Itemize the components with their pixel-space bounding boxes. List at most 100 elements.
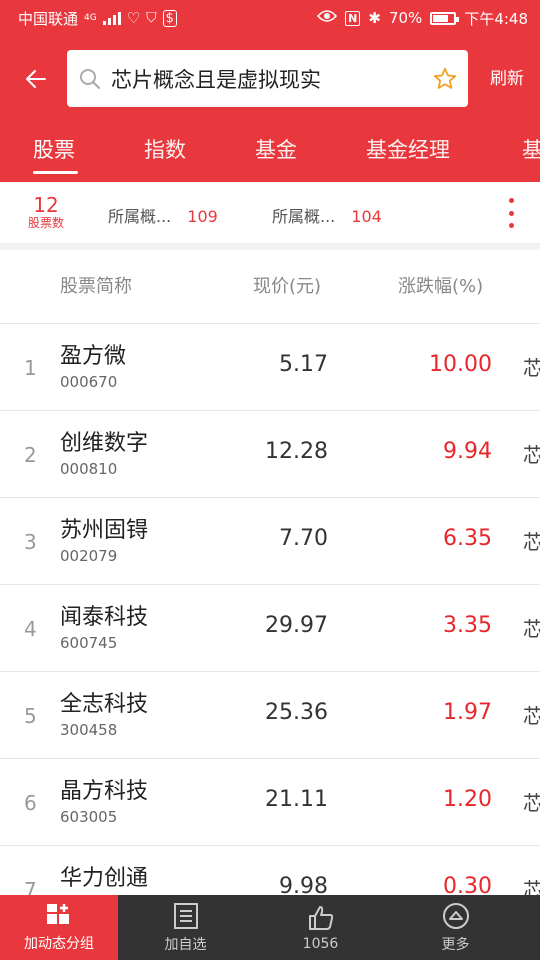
filter-chip-concept-1[interactable]: 所属概... 109 bbox=[108, 203, 218, 227]
signal-icon bbox=[102, 11, 121, 25]
stock-name: 华力创通 bbox=[60, 866, 149, 891]
stock-code: 300458 bbox=[60, 721, 118, 739]
category-tabs: 股票 指数 基金 基金经理 基 bbox=[0, 120, 540, 182]
stock-change: 10.00 bbox=[429, 352, 492, 377]
row-index: 3 bbox=[24, 530, 37, 554]
table-row[interactable]: 6 晶方科技 603005 21.11 1.20 芯 bbox=[0, 759, 540, 846]
table-row[interactable]: 2 创维数字 000810 12.28 9.94 芯 bbox=[0, 411, 540, 498]
stock-concept-cut: 芯 bbox=[523, 791, 540, 815]
table-row[interactable]: 5 全志科技 300458 25.36 1.97 芯 bbox=[0, 672, 540, 759]
carrier-info: 中国联通 4G ♡ ⛉ $ bbox=[18, 8, 177, 29]
stock-name: 全志科技 bbox=[60, 692, 149, 717]
column-header-name[interactable]: 股票简称 bbox=[60, 272, 132, 298]
filter-chip-count: 109 bbox=[187, 207, 218, 226]
row-index: 2 bbox=[24, 443, 37, 467]
row-index: 4 bbox=[24, 617, 37, 641]
bluetooth-icon: ✱ bbox=[368, 9, 381, 27]
stock-price: 21.11 bbox=[265, 787, 328, 812]
back-button[interactable] bbox=[18, 62, 52, 96]
stock-concept-cut: 芯 bbox=[523, 617, 540, 641]
stock-code: 000810 bbox=[60, 460, 118, 478]
stock-concept-cut: 芯 bbox=[523, 356, 540, 380]
search-input[interactable]: 芯片概念且是虚拟现实 bbox=[67, 50, 468, 107]
stock-concept-cut: 芯 bbox=[523, 443, 540, 467]
stock-change: 6.35 bbox=[443, 526, 492, 551]
refresh-button[interactable]: 刷新 bbox=[490, 64, 524, 89]
filter-chip-concept-2[interactable]: 所属概... 104 bbox=[272, 203, 382, 227]
search-query-text[interactable]: 芯片概念且是虚拟现实 bbox=[111, 64, 432, 94]
stock-concept-cut: 芯 bbox=[523, 704, 540, 728]
stock-price: 25.36 bbox=[265, 700, 328, 725]
stock-change: 1.97 bbox=[443, 700, 492, 725]
carrier-name: 中国联通 bbox=[18, 9, 79, 28]
status-right: N ✱ 70% 下午4:48 bbox=[317, 8, 528, 29]
stock-name: 创维数字 bbox=[60, 431, 149, 456]
search-header: 芯片概念且是虚拟现实 刷新 bbox=[0, 36, 540, 120]
stock-change: 9.94 bbox=[443, 439, 492, 464]
tab-index[interactable]: 指数 bbox=[144, 134, 186, 164]
tab-more-cut[interactable]: 基 bbox=[522, 134, 540, 164]
search-icon bbox=[80, 68, 100, 89]
more-options-icon[interactable] bbox=[507, 198, 515, 228]
add-dynamic-group-label: 加动态分组 bbox=[24, 935, 94, 952]
stock-concept-cut: 芯 bbox=[523, 878, 540, 895]
shield-icon: ⛉ bbox=[146, 10, 157, 26]
stock-change: 0.30 bbox=[443, 874, 492, 895]
battery-percent: 70% bbox=[388, 9, 423, 27]
list-icon bbox=[173, 902, 198, 929]
stock-change: 1.20 bbox=[443, 787, 492, 812]
add-watchlist-label: 加自选 bbox=[164, 936, 207, 953]
stock-code: 600745 bbox=[60, 634, 118, 652]
app-notify-icon: $ bbox=[162, 9, 177, 27]
table-header: 股票简称 现价(元) 涨跌幅(%) bbox=[0, 250, 540, 324]
table-row[interactable]: 7 华力创通 9.98 0.30 芯 bbox=[0, 846, 540, 895]
stock-code: 000670 bbox=[60, 373, 118, 391]
tab-funds[interactable]: 基金 bbox=[255, 134, 297, 164]
filter-chip-label: 所属概... bbox=[272, 207, 336, 226]
row-index: 6 bbox=[24, 791, 37, 815]
thumbs-up-icon bbox=[308, 905, 333, 930]
filter-row: 12 股票数 所属概... 109 所属概... 104 bbox=[0, 182, 540, 244]
tab-fund-managers[interactable]: 基金经理 bbox=[366, 134, 450, 164]
stock-price: 12.28 bbox=[265, 439, 328, 464]
stock-price: 5.17 bbox=[279, 352, 328, 377]
table-row[interactable]: 3 苏州固锝 002079 7.70 6.35 芯 bbox=[0, 498, 540, 585]
nfc-icon: N bbox=[345, 10, 361, 26]
stock-code: 603005 bbox=[60, 808, 118, 826]
active-tab-indicator bbox=[33, 171, 78, 174]
stock-price: 29.97 bbox=[265, 613, 328, 638]
column-header-price[interactable]: 现价(元) bbox=[253, 272, 321, 298]
stock-concept-cut: 芯 bbox=[523, 530, 540, 554]
stock-name: 闻泰科技 bbox=[60, 605, 149, 630]
stock-code: 002079 bbox=[60, 547, 118, 565]
battery-icon bbox=[430, 11, 460, 25]
stock-name: 晶方科技 bbox=[60, 779, 149, 804]
column-header-change[interactable]: 涨跌幅(%) bbox=[398, 272, 483, 298]
stock-name: 苏州固锝 bbox=[60, 518, 149, 543]
network-type: 4G bbox=[84, 12, 97, 23]
more-circle-icon bbox=[442, 902, 469, 929]
stock-count-number: 12 bbox=[33, 193, 59, 217]
status-bar: 中国联通 4G ♡ ⛉ $ N ✱ 70% 下午4:48 bbox=[0, 0, 540, 36]
add-watchlist-button[interactable]: 加自选 bbox=[118, 895, 253, 960]
tab-stocks[interactable]: 股票 bbox=[33, 134, 75, 164]
star-icon[interactable] bbox=[432, 66, 458, 92]
like-button[interactable]: 1056 bbox=[253, 895, 388, 960]
add-dynamic-group-button[interactable]: 加动态分组 bbox=[0, 895, 118, 960]
filter-chip-label: 所属概... bbox=[108, 207, 172, 226]
table-row[interactable]: 1 盈方微 000670 5.17 10.00 芯 bbox=[0, 324, 540, 411]
stock-price: 7.70 bbox=[279, 526, 328, 551]
eye-icon bbox=[317, 9, 338, 27]
row-index: 1 bbox=[24, 356, 37, 380]
stock-count: 12 股票数 bbox=[24, 194, 68, 230]
like-count: 1056 bbox=[302, 935, 339, 952]
more-button[interactable]: 更多 bbox=[388, 895, 523, 960]
stock-change: 3.35 bbox=[443, 613, 492, 638]
back-arrow-icon bbox=[26, 70, 46, 88]
stock-count-label: 股票数 bbox=[27, 216, 64, 230]
stock-name: 盈方微 bbox=[60, 344, 127, 369]
table-row[interactable]: 4 闻泰科技 600745 29.97 3.35 芯 bbox=[0, 585, 540, 672]
bottom-action-bar: 加动态分组 加自选 1056 更多 bbox=[0, 895, 540, 960]
heart-rate-icon: ♡ bbox=[126, 9, 141, 27]
row-index: 5 bbox=[24, 704, 37, 728]
